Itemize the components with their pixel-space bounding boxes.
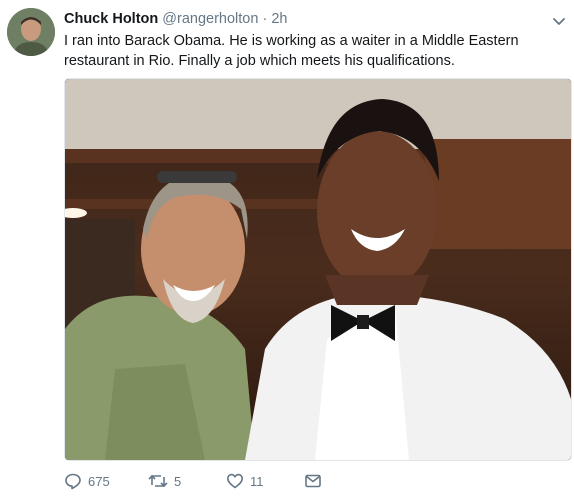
like-count: 11 — [250, 473, 264, 489]
author-name[interactable]: Chuck Holton — [64, 11, 158, 27]
retweet-button[interactable]: 5 — [148, 470, 181, 492]
separator-dot: · — [262, 11, 268, 27]
direct-message-icon — [305, 474, 321, 488]
heart-icon — [227, 473, 243, 489]
avatar[interactable] — [7, 8, 55, 56]
tweet-photo[interactable] — [64, 78, 572, 461]
tweet-timestamp[interactable]: 2h — [271, 11, 287, 27]
reply-button[interactable]: 675 — [64, 470, 110, 492]
reply-icon — [65, 473, 81, 490]
retweet-icon — [148, 474, 168, 488]
tweet-text: I ran into Barack Obama. He is working a… — [64, 33, 519, 69]
direct-message-button[interactable] — [304, 470, 322, 492]
tweet-header: Chuck Holton @rangerholton · 2h — [64, 9, 287, 29]
retweet-count: 5 — [174, 473, 182, 489]
avatar-image — [7, 8, 55, 56]
like-button[interactable]: 11 — [226, 470, 264, 492]
chevron-down-icon[interactable] — [552, 14, 566, 25]
author-handle[interactable]: @rangerholton — [162, 11, 258, 27]
photo-content — [65, 79, 571, 460]
tweet: Chuck Holton @rangerholton · 2h I ran in… — [0, 0, 574, 503]
reply-count: 675 — [88, 473, 110, 489]
